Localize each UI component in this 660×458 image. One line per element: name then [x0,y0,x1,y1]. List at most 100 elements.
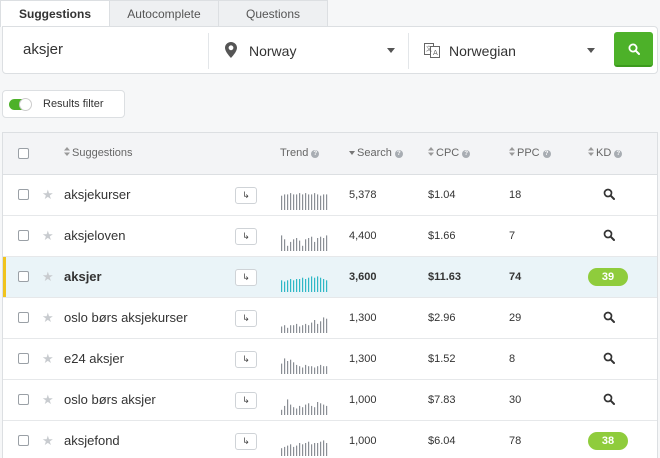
trend-bar [299,443,301,456]
row-checkbox[interactable] [18,271,29,282]
row-checkbox[interactable] [18,189,29,200]
search-button[interactable] [614,32,653,67]
trend-bar [323,404,325,415]
help-icon[interactable]: ? [462,150,471,158]
trend-bar [299,193,301,210]
trend-bar [311,366,313,374]
table-row[interactable]: ★ aksjeloven ↳ 4,400 $1.66 7 [3,216,657,257]
trend-bar [317,402,319,415]
search-volume-cell: 1,000 [349,435,377,447]
chevron-down-icon[interactable] [387,48,395,53]
help-icon[interactable]: ? [614,150,623,158]
ppc-cell: 8 [509,353,516,365]
results-filter-toggle[interactable]: Results filter [2,90,125,118]
kd-badge[interactable]: 38 [588,432,628,450]
cpc-cell: $11.63 [428,271,462,283]
col-cpc[interactable]: CPC? [428,147,471,159]
trend-bar [311,276,313,292]
trend-bar [293,239,295,251]
sort-icon [428,147,434,156]
trend-bar [287,361,289,374]
expand-subkeywords-button[interactable]: ↳ [235,392,257,409]
tab-questions[interactable]: Questions [218,0,328,27]
star-icon[interactable]: ★ [42,187,54,203]
table-row[interactable]: ★ oslo børs aksjekurser ↳ 1,300 $2.96 29 [3,298,657,339]
keyword-input[interactable]: aksjer [23,41,63,58]
col-kd[interactable]: KD? [588,147,623,159]
tab-autocomplete[interactable]: Autocomplete [109,0,219,27]
location-select[interactable]: Norway [249,43,296,59]
search-icon[interactable] [603,311,615,323]
trend-bar [290,193,292,210]
star-icon[interactable]: ★ [42,310,54,326]
search-icon[interactable] [603,188,615,200]
expand-subkeywords-button[interactable]: ↳ [235,269,257,286]
keyword-cell[interactable]: oslo børs aksjer [64,392,156,407]
kd-badge[interactable]: 39 [588,268,628,286]
divider [408,33,409,69]
keyword-cell[interactable]: aksjekurser [64,187,130,202]
row-checkbox[interactable] [18,353,29,364]
row-checkbox[interactable] [18,230,29,241]
trend-bar [314,193,316,210]
expand-subkeywords-button[interactable]: ↳ [235,433,257,450]
trend-bar [293,280,295,292]
star-icon[interactable]: ★ [42,351,54,367]
trend-bar [308,366,310,374]
keyword-cell[interactable]: aksjefond [64,433,120,448]
row-checkbox[interactable] [18,435,29,446]
trend-bar [302,407,304,415]
trend-bar [287,194,289,210]
help-icon[interactable]: ? [311,150,320,158]
cpc-cell: $7.83 [428,394,456,406]
table-row[interactable]: ★ e24 aksjer ↳ 1,300 $1.52 8 [3,339,657,380]
keyword-cell[interactable]: aksjeloven [64,228,125,243]
expand-subkeywords-button[interactable]: ↳ [235,187,257,204]
trend-bar [302,194,304,210]
trend-sparkline [281,358,328,374]
star-icon[interactable]: ★ [42,228,54,244]
tab-suggestions[interactable]: Suggestions [0,0,110,27]
ppc-cell: 30 [509,394,522,406]
language-select[interactable]: Norwegian [449,43,516,59]
search-icon[interactable] [603,352,615,364]
trend-bar [320,364,322,374]
col-ppc[interactable]: PPC? [509,147,551,159]
toggle-switch[interactable] [9,98,32,111]
row-checkbox[interactable] [18,312,29,323]
expand-subkeywords-button[interactable]: ↳ [235,310,257,327]
row-checkbox[interactable] [18,394,29,405]
trend-bar [305,279,307,292]
star-icon[interactable]: ★ [42,433,54,449]
table-row[interactable]: ★ aksjekurser ↳ 5,378 $1.04 18 [3,175,657,216]
star-icon[interactable]: ★ [42,392,54,408]
keyword-cell[interactable]: oslo børs aksjekurser [64,310,188,325]
sort-icon [64,147,70,156]
table-row[interactable]: ★ oslo børs aksjer ↳ 1,000 $7.83 30 [3,380,657,421]
ppc-cell: 7 [509,230,516,242]
keyword-cell[interactable]: e24 aksjer [64,351,124,366]
cpc-cell: $6.04 [428,435,456,447]
search-icon[interactable] [603,393,615,405]
help-icon[interactable]: ? [542,150,551,158]
trend-bar [326,443,328,456]
trend-sparkline [281,399,328,415]
keyword-cell[interactable]: aksjer [64,269,102,284]
col-suggestions[interactable]: Suggestions [64,147,133,159]
trend-bar [281,448,283,456]
help-icon[interactable]: ? [394,150,403,158]
chevron-down-icon[interactable] [587,48,595,53]
ppc-cell: 78 [509,435,522,447]
star-icon[interactable]: ★ [42,269,54,285]
trend-bar [314,407,316,415]
expand-subkeywords-button[interactable]: ↳ [235,228,257,245]
expand-subkeywords-button[interactable]: ↳ [235,351,257,368]
col-search[interactable]: Search? [349,147,403,159]
search-icon[interactable] [603,229,615,241]
trend-bar [290,325,292,333]
table-row[interactable]: ★ aksjefond ↳ 1,000 $6.04 78 38 [3,421,657,458]
table-row[interactable]: ★ aksjer ↳ 3,600 $11.63 74 39 [3,257,657,298]
trend-bar [305,239,307,251]
select-all-checkbox[interactable] [18,148,29,159]
trend-bar [287,245,289,251]
